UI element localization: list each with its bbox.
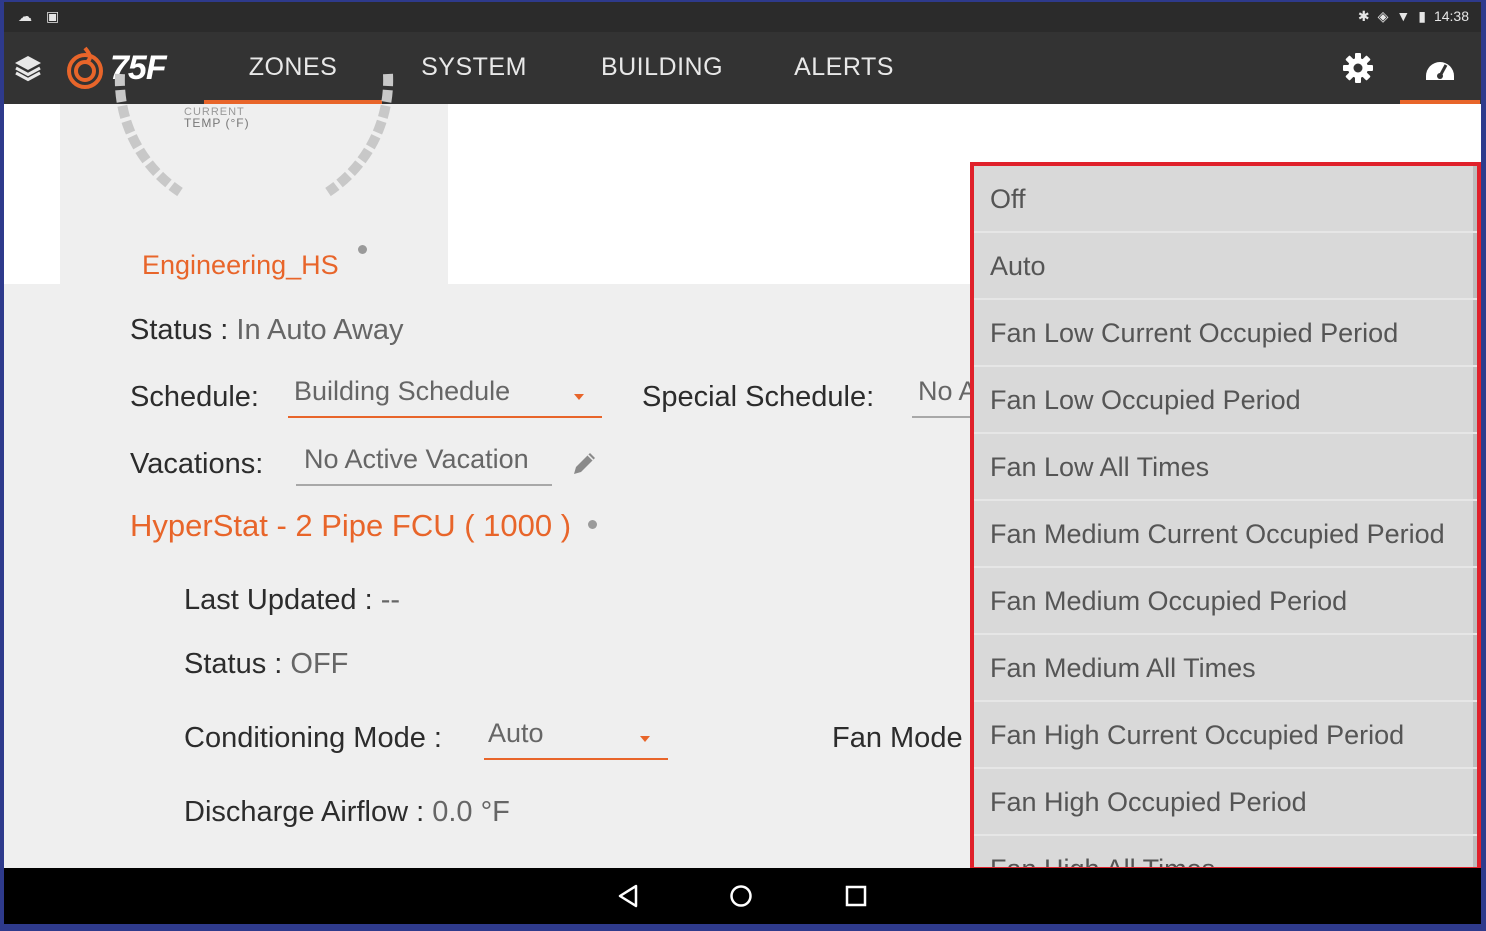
conditioning-caret-icon [640, 736, 650, 742]
special-schedule-dropdown[interactable]: No A [912, 376, 972, 418]
schedule-caret-icon [574, 394, 584, 400]
device-status-row: Status : OFF [184, 648, 348, 681]
device-status-dot [588, 520, 597, 529]
device-title: HyperStat - 2 Pipe FCU ( 1000 ) [130, 508, 572, 543]
conditioning-mode-value: Auto [488, 718, 544, 748]
fan-mode-option-high-occupied[interactable]: Fan High Occupied Period [974, 769, 1477, 836]
conditioning-mode-label: Conditioning Mode : [184, 722, 442, 754]
settings-gear-icon[interactable] [1340, 50, 1376, 86]
last-updated-label: Last Updated : [184, 584, 373, 616]
vibrate-icon: ◈ [1377, 8, 1389, 24]
clock-time: 14:38 [1433, 8, 1469, 24]
discharge-airflow-value: 0.0 °F [432, 796, 510, 828]
tab-alerts[interactable]: ALERTS [784, 32, 904, 104]
fan-mode-option-medium-all-times[interactable]: Fan Medium All Times [974, 635, 1477, 702]
dashboard-gauge-icon[interactable] [1400, 32, 1480, 106]
status-label: Status : [130, 314, 229, 346]
vacations-label: Vacations: [130, 448, 264, 480]
wifi-icon: ▼ [1396, 8, 1411, 24]
fan-mode-option-low-occupied[interactable]: Fan Low Occupied Period [974, 367, 1477, 434]
system-nav-bar [4, 868, 1481, 924]
layers-icon[interactable] [12, 52, 44, 84]
cloud-icon: ☁ [18, 8, 32, 24]
last-updated-row: Last Updated : -- [184, 584, 400, 617]
schedule-value: Building Schedule [294, 376, 511, 406]
vacations-value: No Active Vacation [304, 444, 529, 474]
special-schedule-value: No A [918, 376, 972, 406]
recents-icon[interactable] [844, 883, 868, 909]
status-value: In Auto Away [236, 314, 404, 346]
back-icon[interactable] [616, 883, 640, 909]
fan-mode-dropdown-list[interactable]: Off Auto Fan Low Current Occupied Period… [970, 162, 1481, 871]
schedule-label: Schedule: [130, 381, 259, 413]
fan-mode-option-auto[interactable]: Auto [974, 233, 1477, 300]
flame-logo-icon [67, 46, 103, 89]
bluetooth-icon: ✱ [1357, 8, 1370, 24]
special-schedule-label: Special Schedule: [642, 381, 875, 413]
fan-mode-label: Fan Mode [832, 722, 963, 754]
zone-card[interactable]: CURRENT TEMP (°F) Engineering_HS [60, 73, 448, 284]
device-status-label: Status : [184, 648, 283, 680]
battery-icon: ▮ [1418, 8, 1426, 24]
fan-mode-option-high-current-occupied[interactable]: Fan High Current Occupied Period [974, 702, 1477, 769]
conditioning-mode-dropdown[interactable]: Auto [484, 718, 668, 760]
last-updated-value: -- [380, 584, 401, 616]
temperature-dial [114, 73, 394, 197]
tab-system[interactable]: SYSTEM [409, 32, 539, 104]
zone-name[interactable]: Engineering_HS [142, 250, 339, 281]
zone-status-dot [358, 245, 367, 254]
discharge-airflow-row: Discharge Airflow : 0.0 °F [184, 796, 510, 829]
fan-mode-option-low-current-occupied[interactable]: Fan Low Current Occupied Period [974, 300, 1477, 367]
app-window: ☁ ▣ ✱ ◈ ▼ ▮ 14:38 75F ZONES SYSTEM BUILD… [4, 2, 1481, 924]
edit-pencil-icon[interactable] [570, 448, 600, 483]
device-status-value: OFF [290, 648, 349, 680]
zone-status-row: Status : In Auto Away [130, 314, 404, 347]
fan-mode-option-high-all-times[interactable]: Fan High All Times [974, 836, 1477, 867]
fan-mode-option-medium-current-occupied[interactable]: Fan Medium Current Occupied Period [974, 501, 1477, 568]
current-temp-label: CURRENT TEMP (°F) [184, 106, 250, 130]
clipboard-icon: ▣ [46, 8, 60, 24]
fan-mode-option-off[interactable]: Off [974, 166, 1477, 233]
fan-mode-option-medium-occupied[interactable]: Fan Medium Occupied Period [974, 568, 1477, 635]
vacations-field[interactable]: No Active Vacation [296, 444, 552, 486]
home-icon[interactable] [728, 883, 754, 909]
discharge-airflow-label: Discharge Airflow : [184, 796, 425, 828]
tab-building[interactable]: BUILDING [582, 32, 742, 104]
schedule-dropdown[interactable]: Building Schedule [288, 376, 602, 418]
fan-mode-option-low-all-times[interactable]: Fan Low All Times [974, 434, 1477, 501]
